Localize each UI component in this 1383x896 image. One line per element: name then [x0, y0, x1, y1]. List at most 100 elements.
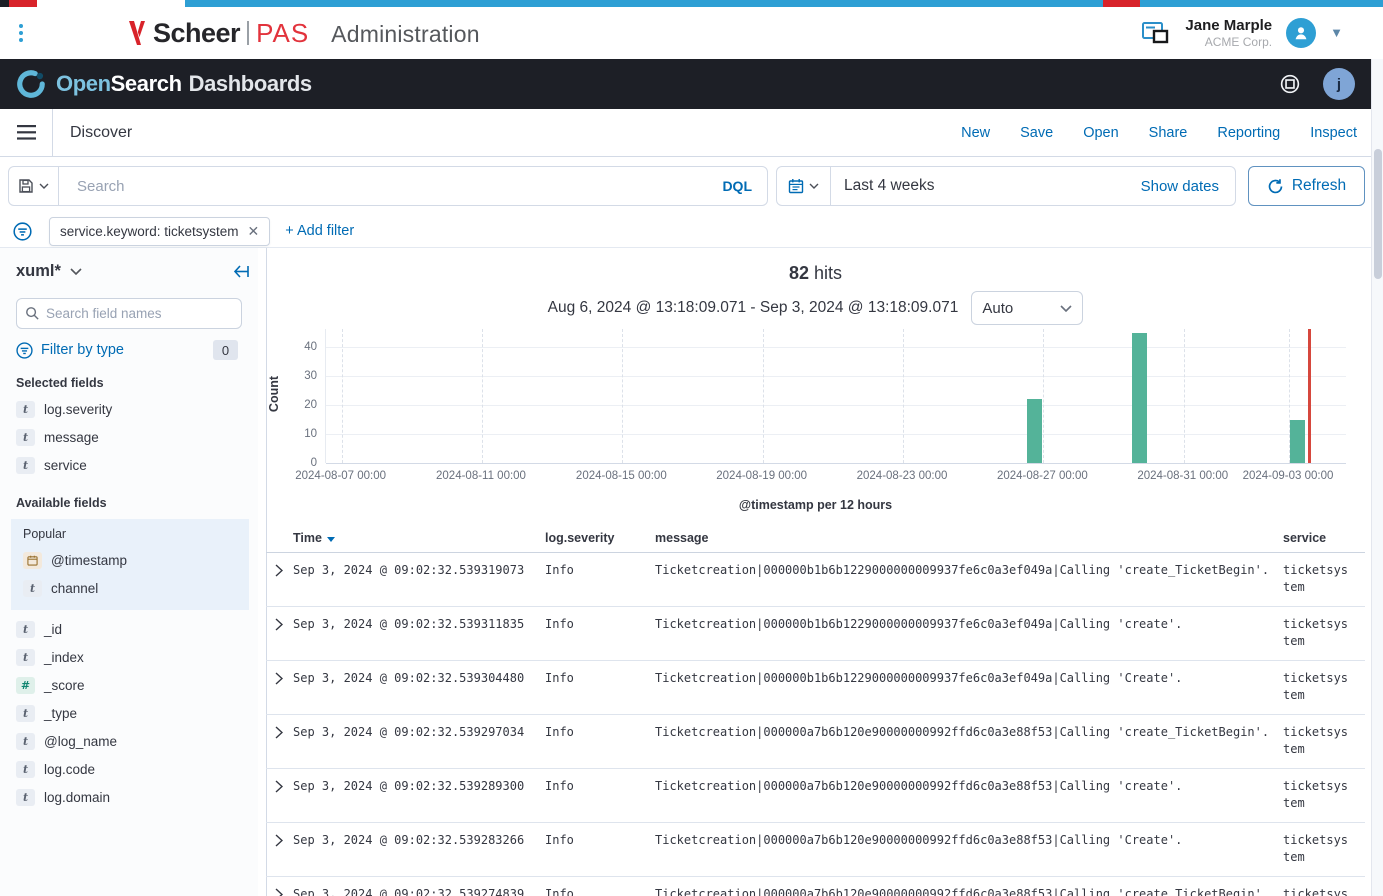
- expand-row-icon[interactable]: [266, 886, 293, 896]
- filter-icon[interactable]: [13, 222, 32, 241]
- field-type-text-badge: t: [16, 761, 35, 778]
- page-scrollbar: [1371, 59, 1383, 896]
- log-row: Sep 3, 2024 @ 09:02:32.539283266InfoTick…: [266, 823, 1365, 877]
- x-axis-labels: 2024-08-07 00:002024-08-11 00:002024-08-…: [325, 470, 1345, 486]
- field-name: channel: [51, 581, 98, 596]
- add-filter-button[interactable]: + Add filter: [285, 223, 354, 239]
- app-window-icon[interactable]: [1141, 20, 1171, 46]
- time-range-value[interactable]: Last 4 weeks: [844, 177, 934, 195]
- x-axis-caption: @timestamp per 12 hours: [266, 498, 1365, 512]
- available-fields-heading: Available fields: [16, 496, 242, 510]
- selected-fields-list: tlog.severitytmessagetservice: [16, 401, 242, 474]
- field-_id[interactable]: t_id: [16, 621, 242, 638]
- saved-queries-button[interactable]: [9, 167, 59, 205]
- sort-desc-icon[interactable]: [327, 537, 335, 542]
- kebab-menu-icon[interactable]: [19, 24, 23, 42]
- field-service[interactable]: tservice: [16, 457, 242, 474]
- time-column-label: Time: [293, 531, 322, 545]
- severity-cell: Info: [545, 778, 655, 795]
- severity-column-header[interactable]: log.severity: [545, 531, 655, 545]
- field-type-text-badge: t: [16, 401, 35, 418]
- opensearch-wordmark: Open Search Dashboards: [56, 71, 312, 97]
- user-avatar[interactable]: [1286, 18, 1316, 48]
- expand-row-icon[interactable]: [266, 616, 293, 631]
- calendar-button[interactable]: [777, 167, 831, 205]
- field-_type[interactable]: t_type: [16, 705, 242, 722]
- collapse-sidebar-icon[interactable]: [233, 264, 250, 279]
- index-pattern-selector[interactable]: xuml*: [16, 262, 61, 281]
- y-tick-label: 30: [279, 370, 317, 382]
- popular-heading: Popular: [23, 527, 239, 541]
- field-@timestamp[interactable]: @timestamp: [23, 552, 239, 569]
- histogram-bar[interactable]: [1132, 333, 1147, 464]
- popular-fields-section: Popular @timestamp tchannel: [11, 519, 249, 610]
- nav-link-share[interactable]: Share: [1149, 125, 1188, 141]
- field-message[interactable]: tmessage: [16, 429, 242, 446]
- x-tick-label: 2024-08-23 00:00: [857, 470, 948, 482]
- expand-row-icon[interactable]: [266, 778, 293, 793]
- strip-segment: [1140, 0, 1383, 7]
- y-gridline: [326, 347, 1346, 348]
- log-row: Sep 3, 2024 @ 09:02:32.539319073InfoTick…: [266, 553, 1365, 607]
- field-type-text-badge: t: [16, 429, 35, 446]
- histogram-bar[interactable]: [1027, 399, 1042, 463]
- service-cell: ticketsystem: [1283, 670, 1365, 704]
- index-pattern-caret-icon[interactable]: [70, 268, 82, 275]
- osd-user-avatar[interactable]: j: [1323, 68, 1355, 100]
- expand-row-icon[interactable]: [266, 724, 293, 739]
- time-cell: Sep 3, 2024 @ 09:02:32.539319073: [293, 562, 545, 579]
- field-log.severity[interactable]: t log.severity: [16, 401, 242, 418]
- query-language-button[interactable]: DQL: [722, 178, 752, 194]
- nav-link-inspect[interactable]: Inspect: [1310, 125, 1357, 141]
- filter-pill[interactable]: service.keyword: ticketsystem ✕: [49, 217, 270, 246]
- field-_score[interactable]: #_score: [16, 677, 242, 694]
- message-column-header[interactable]: message: [655, 531, 1283, 545]
- field-type-text-badge: t: [16, 705, 35, 722]
- strip-segment: [37, 0, 185, 7]
- user-name: Jane Marple: [1185, 17, 1272, 35]
- field-name: service: [44, 458, 87, 473]
- search-icon: [25, 306, 40, 321]
- user-organization: ACME Corp.: [1185, 35, 1272, 49]
- expand-row-icon[interactable]: [266, 562, 293, 577]
- service-cell: ticketsystem: [1283, 724, 1365, 758]
- nav-link-new[interactable]: New: [961, 125, 990, 141]
- interval-select[interactable]: Auto: [971, 291, 1083, 325]
- content-area: xuml*: [0, 248, 1383, 896]
- nav-link-save[interactable]: Save: [1020, 125, 1053, 141]
- x-gridline: [1184, 329, 1185, 463]
- field-channel[interactable]: tchannel: [23, 580, 239, 597]
- field-log.domain[interactable]: tlog.domain: [16, 789, 242, 806]
- field-type-text-badge: t: [16, 621, 35, 638]
- field-search-input[interactable]: [46, 306, 233, 321]
- x-tick-label: 2024-08-31 00:00: [1137, 470, 1228, 482]
- fields-sidebar: xuml*: [0, 248, 258, 896]
- service-column-header[interactable]: service: [1283, 531, 1365, 545]
- field-@log_name[interactable]: t@log_name: [16, 733, 242, 750]
- expand-row-icon[interactable]: [266, 670, 293, 685]
- field-name: log.severity: [44, 402, 112, 417]
- y-gridline: [326, 376, 1346, 377]
- remove-filter-icon[interactable]: ✕: [248, 223, 260, 240]
- help-icon[interactable]: [1279, 73, 1301, 95]
- chevron-down-icon: [1060, 305, 1072, 312]
- refresh-button[interactable]: Refresh: [1248, 166, 1365, 206]
- field-_index[interactable]: t_index: [16, 649, 242, 666]
- filter-by-type-button[interactable]: Filter by type 0: [16, 340, 242, 360]
- log-row: Sep 3, 2024 @ 09:02:32.539289300InfoTick…: [266, 769, 1365, 823]
- field-name: @log_name: [44, 734, 117, 749]
- message-cell: Ticketcreation|000000a7b6b120e9000000099…: [655, 778, 1283, 795]
- search-input[interactable]: [59, 178, 722, 195]
- expand-row-icon[interactable]: [266, 832, 293, 847]
- histogram-bar[interactable]: [1290, 420, 1305, 464]
- nav-link-reporting[interactable]: Reporting: [1217, 125, 1280, 141]
- show-dates-button[interactable]: Show dates: [1141, 178, 1219, 195]
- chevron-down-icon: [39, 183, 49, 189]
- time-column-header[interactable]: Time: [293, 531, 545, 545]
- scrollbar-thumb[interactable]: [1374, 149, 1382, 279]
- hamburger-menu-icon[interactable]: [17, 125, 36, 140]
- field-type-text-badge: t: [16, 789, 35, 806]
- nav-link-open[interactable]: Open: [1083, 125, 1118, 141]
- user-menu-caret-icon[interactable]: ▼: [1330, 25, 1343, 40]
- field-log.code[interactable]: tlog.code: [16, 761, 242, 778]
